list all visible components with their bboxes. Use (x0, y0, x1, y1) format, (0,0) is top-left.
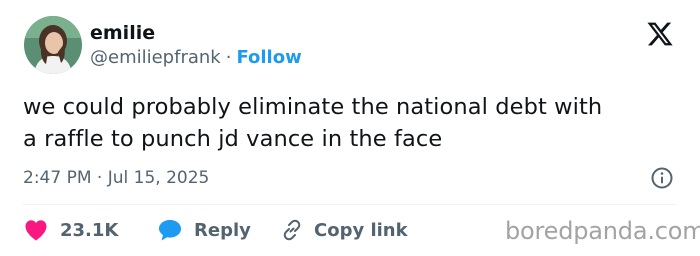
copy-link-button[interactable]: Copy link (280, 216, 408, 244)
divider (23, 204, 677, 205)
heart-icon (25, 220, 47, 241)
tweet-text: we could probably eliminate the national… (23, 91, 683, 155)
like-button[interactable]: 23.1K (24, 216, 118, 244)
link-icon (283, 219, 301, 241)
display-name[interactable]: emilie (90, 21, 155, 45)
user-handle[interactable]: @emiliepfrank (90, 47, 221, 68)
tweet-text-line: we could probably eliminate the national… (23, 94, 603, 120)
x-logo-icon[interactable] (646, 20, 674, 48)
follow-button[interactable]: Follow (236, 47, 301, 68)
handle-separator: · (225, 47, 232, 68)
copy-link-label: Copy link (314, 219, 408, 241)
watermark: boredpanda.com (505, 217, 700, 245)
info-icon[interactable] (650, 166, 674, 190)
reply-button[interactable]: Reply (158, 216, 251, 244)
speech-bubble-icon (159, 220, 181, 241)
timestamp[interactable]: 2:47 PM · Jul 15, 2025 (23, 166, 209, 190)
tweet-text-line: a raffle to punch jd vance in the face (23, 126, 443, 152)
tweet-card: emilie @emiliepfrank · Follow we could pro… (0, 0, 700, 256)
handle-row: @emiliepfrank · Follow (90, 46, 302, 70)
like-count: 23.1K (60, 219, 119, 241)
reply-label: Reply (194, 219, 251, 241)
avatar[interactable] (24, 16, 82, 74)
